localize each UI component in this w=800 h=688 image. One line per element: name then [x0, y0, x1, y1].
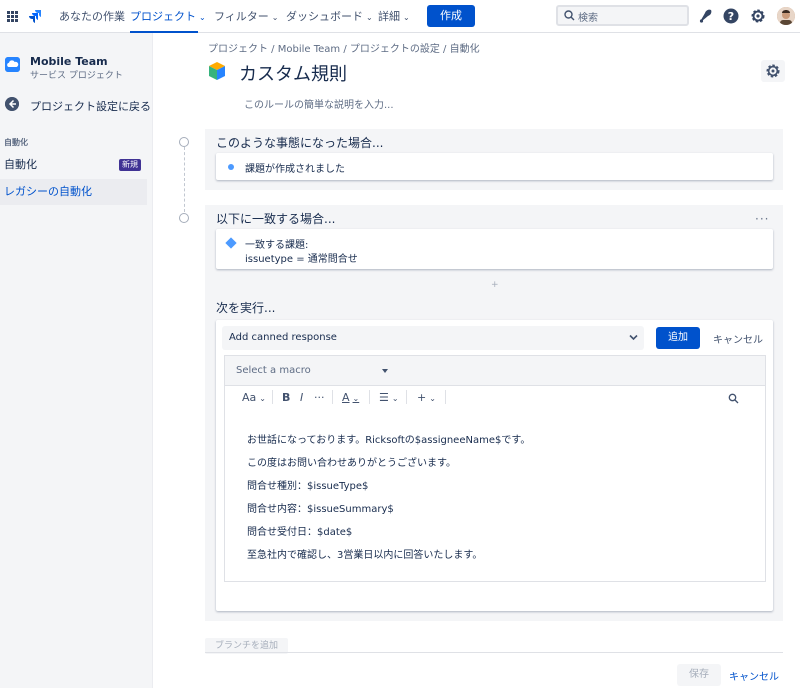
trigger-label: 課題が作成されました: [245, 164, 345, 175]
response-line[interactable]: お世話になっております。Ricksoftの$assigneeName$です。: [247, 431, 530, 446]
rule-settings-button[interactable]: [761, 60, 785, 82]
chevron-down-icon: ⌄: [403, 13, 410, 22]
project-name: Mobile Team: [30, 55, 108, 68]
macro-placeholder: Select a macro: [236, 365, 311, 376]
timeline-node: [179, 137, 189, 147]
top-navigation: あなたの作業 プロジェクト ⌄ フィルター ⌄ ダッシュボード ⌄ 詳細 ⌄ 作成 検索…: [0, 0, 800, 33]
nav-filters[interactable]: フィルター ⌄: [214, 0, 278, 33]
settings-gear-icon[interactable]: [749, 7, 767, 25]
macro-bar: Select a macro: [225, 356, 765, 386]
gear-icon: [766, 64, 780, 78]
footer-divider: [205, 652, 783, 653]
sidebar-item-automation[interactable]: 自動化 新規: [0, 152, 147, 178]
svg-text:?: ?: [728, 10, 734, 23]
timeline-node: [179, 213, 189, 223]
help-icon[interactable]: ?: [722, 7, 740, 25]
jira-logo-icon[interactable]: [28, 9, 42, 23]
response-line[interactable]: 至急社内で確認し、3営業日以内に回答いたします。: [247, 546, 482, 561]
app-switcher-icon[interactable]: [7, 11, 18, 22]
timeline-connector: [184, 147, 185, 212]
page-title: カスタム規則: [239, 64, 347, 85]
toolbar-divider: [406, 390, 407, 404]
chevron-down-icon: [629, 334, 638, 341]
trigger-dot-icon: [228, 164, 234, 170]
list-button[interactable]: ☰ ⌄: [379, 391, 399, 404]
bold-button[interactable]: B: [282, 391, 290, 404]
caret-down-icon: [382, 369, 388, 373]
sidebar-section-label: 自動化: [4, 138, 28, 147]
nav-more[interactable]: 詳細 ⌄: [378, 0, 410, 33]
create-button[interactable]: 作成: [427, 5, 475, 27]
when-title: このような事態になった場合...: [216, 136, 384, 150]
cancel-action-button[interactable]: キャンセル: [713, 331, 763, 346]
condition-line-1: 一致する課題:: [245, 240, 309, 251]
chevron-down-icon: ⌄: [391, 394, 399, 403]
toolbar-divider: [369, 390, 370, 404]
search-input[interactable]: 検索: [556, 5, 689, 26]
response-line[interactable]: 問合せ内容：$issueSummary$: [247, 500, 394, 515]
rule-description-input[interactable]: このルールの簡単な説明を入力...: [244, 96, 394, 111]
trigger-card[interactable]: 課題が作成されました: [216, 153, 773, 180]
search-icon: [564, 10, 575, 21]
project-sidebar: Mobile Team サービス プロジェクト プロジェクト設定に戻る 自動化 …: [0, 33, 153, 688]
chevron-down-icon: ⌄: [429, 394, 436, 403]
insert-button[interactable]: + ⌄: [417, 391, 436, 404]
toolbar-divider: [445, 390, 446, 404]
new-badge: 新規: [119, 159, 141, 171]
back-to-project-settings[interactable]: プロジェクト設定に戻る: [30, 98, 151, 114]
project-type: サービス プロジェクト: [30, 71, 123, 81]
sidebar-item-legacy-automation[interactable]: レガシーの自動化: [0, 179, 147, 205]
cancel-button[interactable]: キャンセル: [729, 668, 779, 683]
search-icon[interactable]: [728, 393, 739, 404]
chevron-down-icon: ⌄: [366, 13, 373, 22]
condition-line-2: issuetype = 通常問合せ: [245, 254, 358, 265]
more-formatting-button[interactable]: ···: [314, 391, 325, 404]
chevron-down-icon: ⌄: [259, 394, 266, 403]
text-style-button[interactable]: Aa ⌄: [242, 391, 266, 404]
canned-response-editor: Select a macro Aa ⌄ B I ··· A ⌄ ☰ ⌄ + ⌄ お世話に…: [224, 355, 766, 582]
chevron-down-icon: ⌄: [199, 13, 206, 22]
action-select[interactable]: Add canned response: [222, 326, 644, 350]
editor-toolbar: Aa ⌄ B I ··· A ⌄ ☰ ⌄ + ⌄: [225, 386, 765, 410]
then-title: 次を実行...: [216, 301, 276, 315]
user-avatar[interactable]: [777, 7, 795, 25]
toolbar-divider: [332, 390, 333, 404]
chevron-down-icon: ⌄: [352, 394, 360, 403]
italic-button[interactable]: I: [300, 391, 303, 404]
save-button[interactable]: 保存: [677, 664, 721, 686]
condition-card[interactable]: 一致する課題: issuetype = 通常問合せ: [216, 229, 773, 269]
toolbar-divider: [272, 390, 273, 404]
chevron-down-icon: ⌄: [271, 13, 279, 22]
macro-select[interactable]: Select a macro: [225, 356, 393, 386]
text-color-button[interactable]: A ⌄: [342, 391, 359, 404]
more-options-icon[interactable]: ···: [755, 212, 769, 226]
sidebar-item-label: 自動化: [4, 158, 37, 171]
add-component-icon[interactable]: +: [491, 280, 499, 290]
cloud-project-icon: [5, 57, 20, 72]
when-panel: このような事態になった場合... 課題が作成されました: [205, 129, 783, 190]
sidebar-item-label: レガシーの自動化: [4, 185, 92, 198]
response-line[interactable]: 問合せ種別：$issueType$: [247, 477, 368, 492]
action-select-value: Add canned response: [229, 332, 337, 343]
nav-your-work[interactable]: あなたの作業: [59, 0, 125, 33]
arrow-left-icon[interactable]: [5, 97, 19, 111]
response-line[interactable]: この度はお問い合わせありがとうございます。: [247, 454, 456, 469]
rule-cube-icon: [209, 62, 225, 80]
nav-projects[interactable]: プロジェクト ⌄: [130, 0, 206, 33]
condition-diamond-icon: [225, 237, 237, 249]
breadcrumb[interactable]: プロジェクト / Mobile Team / プロジェクトの設定 / 自動化: [208, 40, 480, 55]
search-placeholder: 検索: [578, 13, 598, 24]
avatar-face-icon: [777, 7, 795, 25]
nav-dashboards[interactable]: ダッシュボード ⌄: [286, 0, 373, 33]
if-title: 以下に一致する場合...: [216, 212, 336, 226]
add-button[interactable]: 追加: [656, 327, 700, 349]
response-line[interactable]: 問合せ受付日：$date$: [247, 523, 352, 538]
notifications-icon[interactable]: [697, 7, 715, 25]
